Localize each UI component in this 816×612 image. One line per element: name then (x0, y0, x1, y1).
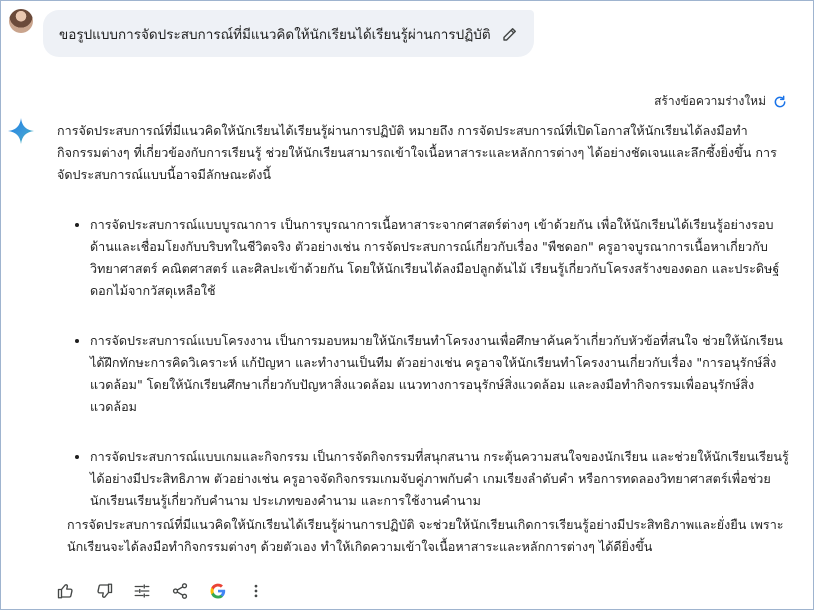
response-list: การจัดประสบการณ์แบบบูรณาการ เป็นการบูรณา… (57, 214, 792, 512)
modify-response-button[interactable] (130, 579, 154, 603)
thumb-down-button[interactable] (92, 579, 116, 603)
share-button[interactable] (168, 579, 192, 603)
regenerate-draft-button[interactable]: สร้างข้อความร่างใหม่ (654, 92, 788, 111)
response-action-bar (54, 578, 268, 604)
tune-icon (134, 584, 150, 598)
list-item: การจัดประสบการณ์แบบบูรณาการ เป็นการบูรณา… (90, 214, 792, 302)
edit-prompt-button[interactable] (498, 22, 522, 46)
google-check-button[interactable] (206, 579, 230, 603)
share-icon (172, 583, 188, 599)
refresh-icon (774, 95, 786, 107)
response-closing: การจัดประสบการณ์ที่มีแนวคิดให้นักเรียนได… (67, 517, 784, 554)
list-item: การจัดประสบการณ์แบบเกมและกิจกรรม เป็นการ… (90, 446, 792, 512)
response-intro: การจัดประสบการณ์ที่มีแนวคิดให้นักเรียนได… (57, 123, 777, 182)
gemini-sparkle-icon (8, 118, 34, 144)
thumb-up-icon (57, 584, 73, 599)
user-avatar (9, 9, 33, 33)
thumb-up-button[interactable] (54, 579, 78, 603)
user-prompt-text: ขอรูปแบบการจัดประสบการณ์ที่มีแนวคิดให้นั… (59, 26, 491, 43)
google-icon (210, 583, 226, 599)
regenerate-label: สร้างข้อความร่างใหม่ (654, 94, 766, 108)
user-prompt-bubble: ขอรูปแบบการจัดประสบการณ์ที่มีแนวคิดให้นั… (43, 10, 534, 57)
more-vert-icon (254, 584, 258, 598)
pencil-icon (503, 28, 516, 41)
thumb-down-icon (97, 583, 113, 598)
response-body: การจัดประสบการณ์ที่มีแนวคิดให้นักเรียนได… (57, 120, 792, 558)
list-item: การจัดประสบการณ์แบบโครงงาน เป็นการมอบหมา… (90, 330, 792, 418)
more-options-button[interactable] (244, 579, 268, 603)
